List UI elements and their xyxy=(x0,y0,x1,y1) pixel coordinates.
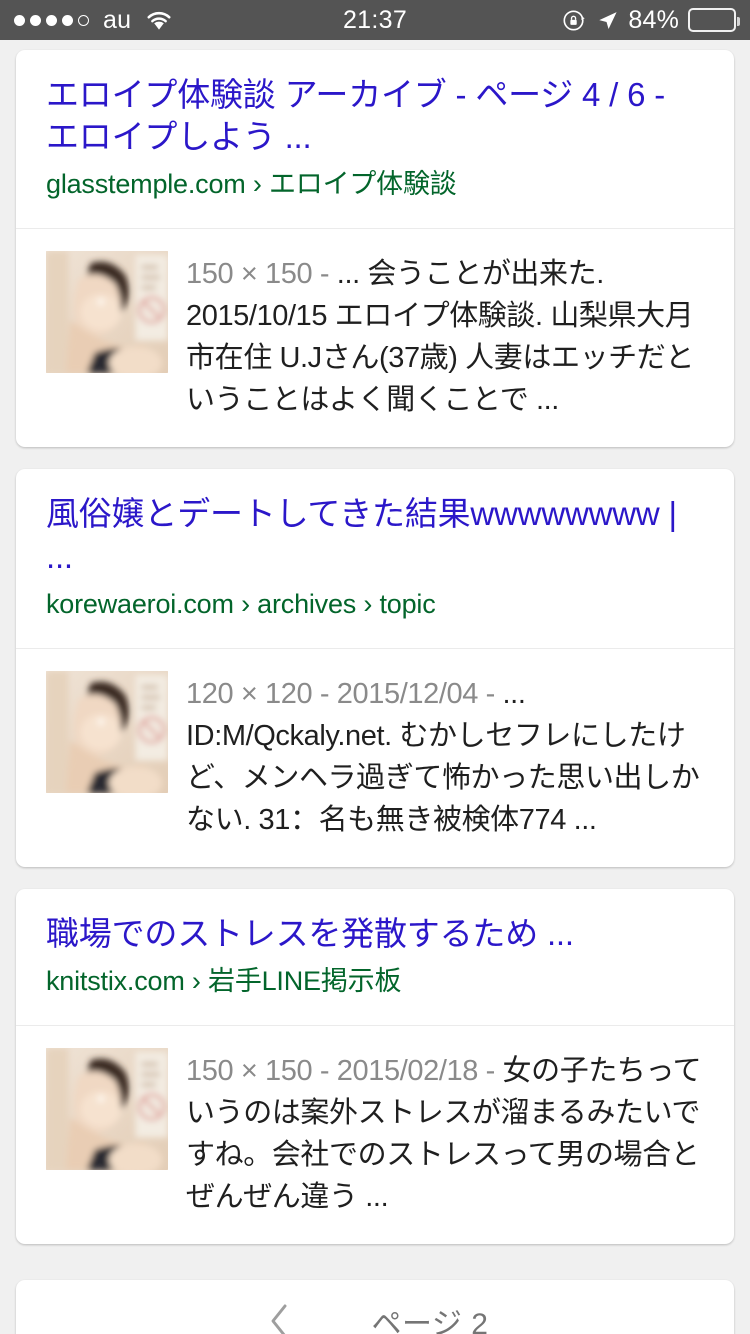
result-url-breadcrumb: glasstemple.com › エロイプ体験談 xyxy=(46,168,704,202)
result-snippet: 120 × 120 - 2015/12/04 - ... ID:M/Qckaly… xyxy=(186,671,704,841)
result-snippet-meta: 120 × 120 - 2015/12/04 - xyxy=(186,678,503,710)
search-result-card[interactable]: 職場でのストレスを発散するため ... knitstix.com › 岩手LIN… xyxy=(16,889,734,1244)
result-body[interactable]: 120 × 120 - 2015/12/04 - ... ID:M/Qckaly… xyxy=(16,648,734,867)
result-header[interactable]: 風俗嬢とデートしてきた結果wwwwwwww | ... korewaeroi.c… xyxy=(16,469,734,647)
result-thumbnail[interactable] xyxy=(46,251,168,373)
result-thumbnail[interactable] xyxy=(46,1048,168,1170)
result-body[interactable]: 150 × 150 - ... 会うことが出来た. 2015/10/15 エロイ… xyxy=(16,228,734,447)
status-bar: au 21:37 84% xyxy=(0,0,750,40)
result-snippet: 150 × 150 - ... 会うことが出来た. 2015/10/15 エロイ… xyxy=(186,251,704,421)
result-snippet-meta: 150 × 150 - xyxy=(186,258,337,290)
result-snippet: 150 × 150 - 2015/02/18 - 女の子たちっていうのは案外スト… xyxy=(186,1048,704,1218)
current-page-label: ページ 2 xyxy=(372,1299,489,1334)
search-result-card[interactable]: エロイプ体験談 アーカイブ - ページ 4 / 6 - エロイプしよう ... … xyxy=(16,50,734,447)
result-header[interactable]: 職場でのストレスを発散するため ... knitstix.com › 岩手LIN… xyxy=(16,889,734,1025)
result-url-breadcrumb: knitstix.com › 岩手LINE掲示板 xyxy=(46,965,704,999)
result-header[interactable]: エロイプ体験談 アーカイブ - ページ 4 / 6 - エロイプしよう ... … xyxy=(16,50,734,228)
search-result-card[interactable]: 風俗嬢とデートしてきた結果wwwwwwww | ... korewaeroi.c… xyxy=(16,469,734,866)
battery-icon xyxy=(688,8,736,32)
result-snippet-meta: 150 × 150 - 2015/02/18 - xyxy=(186,1055,503,1087)
pagination-bar: ページ 2 xyxy=(16,1280,734,1334)
result-title-link[interactable]: 風俗嬢とデートしてきた結果wwwwwwww | ... xyxy=(46,493,704,577)
result-title-link[interactable]: エロイプ体験談 アーカイブ - ページ 4 / 6 - エロイプしよう ... xyxy=(46,74,704,158)
previous-page-button[interactable] xyxy=(262,1299,296,1334)
chevron-left-icon xyxy=(267,1301,291,1334)
result-url-breadcrumb: korewaeroi.com › archives › topic xyxy=(46,588,704,622)
search-results-page: エロイプ体験談 アーカイブ - ページ 4 / 6 - エロイプしよう ... … xyxy=(0,40,750,1334)
result-body[interactable]: 150 × 150 - 2015/02/18 - 女の子たちっていうのは案外スト… xyxy=(16,1025,734,1244)
status-bar-clock: 21:37 xyxy=(0,8,750,33)
result-thumbnail[interactable] xyxy=(46,671,168,793)
result-title-link[interactable]: 職場でのストレスを発散するため ... xyxy=(46,913,704,955)
